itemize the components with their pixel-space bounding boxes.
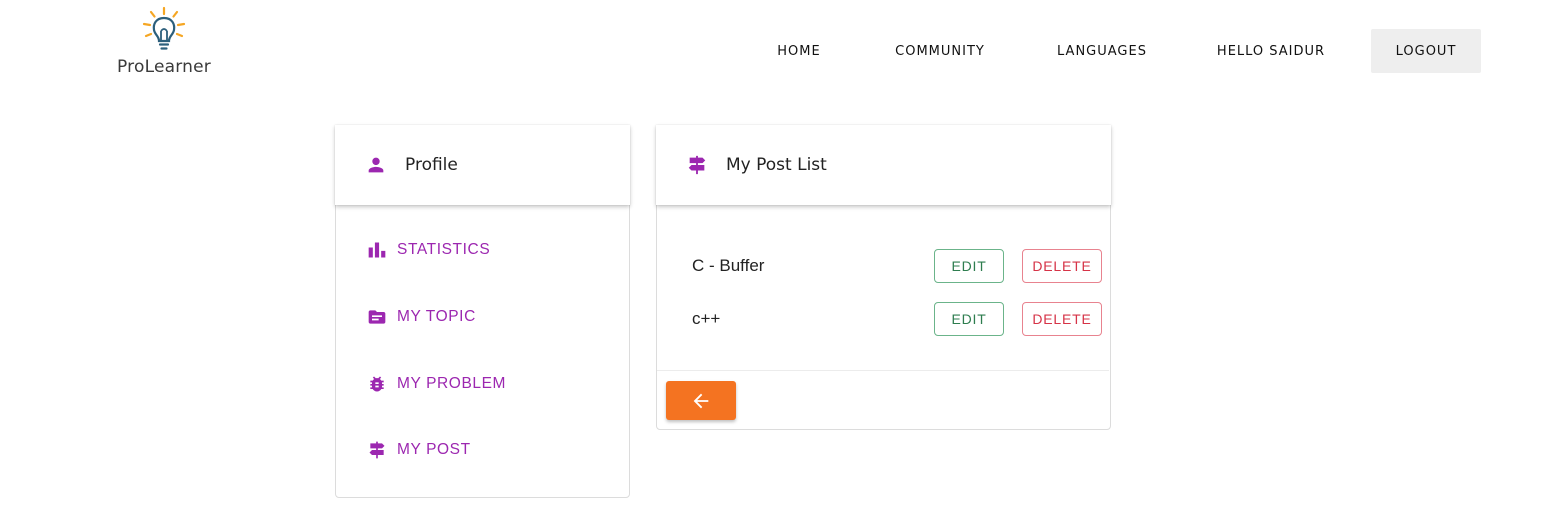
edit-post-button[interactable]: EDIT xyxy=(934,249,1004,283)
back-button[interactable] xyxy=(666,381,736,420)
brand-logo[interactable]: ProLearner xyxy=(110,6,220,77)
signpost-icon xyxy=(688,155,706,175)
menu-item-label: MY TOPIC xyxy=(397,308,476,325)
nav-community[interactable]: COMMUNITY xyxy=(872,29,1008,73)
folder-icon xyxy=(368,310,386,324)
post-title: c++ xyxy=(692,309,721,328)
nav-home[interactable]: HOME xyxy=(760,29,838,73)
delete-post-button[interactable]: DELETE xyxy=(1022,249,1102,283)
menu-item-label: MY POST xyxy=(397,441,471,458)
logout-button[interactable]: LOGOUT xyxy=(1371,29,1481,73)
divider xyxy=(657,370,1109,371)
menu-item-my-post[interactable]: MY POST xyxy=(367,440,471,460)
signpost-icon xyxy=(369,441,385,459)
menu-item-label: MY PROBLEM xyxy=(397,375,507,392)
brand-name: ProLearner xyxy=(117,57,211,77)
post-title: C - Buffer xyxy=(692,256,765,275)
menu-item-my-problem[interactable]: MY PROBLEM xyxy=(367,374,506,394)
nav-languages[interactable]: LANGUAGES xyxy=(1040,29,1164,73)
profile-card-header: Profile xyxy=(335,125,630,205)
menu-item-statistics[interactable]: STATISTICS xyxy=(367,240,490,260)
user-greeting: HELLO SAIDUR xyxy=(1216,43,1326,59)
edit-post-button[interactable]: EDIT xyxy=(934,302,1004,336)
menu-item-my-topic[interactable]: MY TOPIC xyxy=(367,307,476,327)
post-list-card-title: My Post List xyxy=(726,155,827,175)
bug-icon xyxy=(370,376,384,392)
profile-card-title: Profile xyxy=(405,155,458,175)
bar-chart-icon xyxy=(368,242,386,258)
arrow-left-icon xyxy=(693,393,709,408)
person-icon xyxy=(368,157,384,173)
delete-post-button[interactable]: DELETE xyxy=(1022,302,1102,336)
lightbulb-icon xyxy=(142,6,186,50)
menu-item-label: STATISTICS xyxy=(397,241,491,258)
post-list-card-header: My Post List xyxy=(656,125,1111,205)
